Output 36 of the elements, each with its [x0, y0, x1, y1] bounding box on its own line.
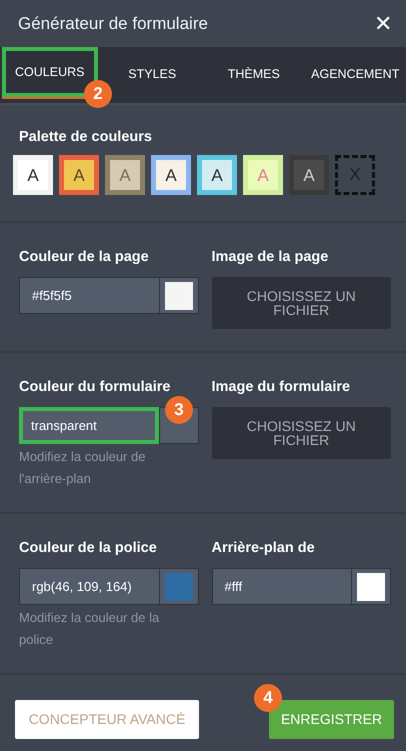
- swatch-letter: A: [257, 166, 269, 184]
- swatch-letter: A: [165, 166, 177, 184]
- swatch-letter: A: [27, 166, 39, 184]
- color-input-field[interactable]: rgb(46, 109, 164): [19, 568, 198, 605]
- tab[interactable]: AGENCEMENT: [304, 47, 406, 103]
- close-button[interactable]: ✕: [370, 10, 396, 36]
- color-input-field[interactable]: #fff: [212, 568, 391, 605]
- choose-file-button[interactable]: CHOISISSEZ UN FICHIER: [212, 277, 391, 329]
- field-label: Couleur du formulaire: [19, 379, 172, 395]
- swatch-letter: A: [211, 166, 223, 184]
- palette-swatch[interactable]: A: [197, 155, 237, 195]
- palette-swatch[interactable]: A: [289, 155, 329, 195]
- color-input-field[interactable]: #f5f5f5: [19, 277, 198, 314]
- field-label: Couleur de la police: [19, 540, 158, 556]
- palette-swatch[interactable]: A: [59, 155, 99, 195]
- step-badge: 3: [165, 396, 193, 424]
- field-label: Arrière-plan de: [212, 540, 316, 556]
- section-title: Palette de couleurs: [18, 129, 153, 145]
- swatch-letter: A: [73, 166, 85, 184]
- help-text: Modifiez la couleur de l'arrière-plan: [19, 448, 146, 488]
- color-swatch[interactable]: [164, 282, 192, 310]
- window-title: Générateur de formulaire: [18, 14, 208, 34]
- tab[interactable]: THÈMES: [203, 47, 304, 103]
- field-label: Couleur de la page: [19, 249, 150, 265]
- color-swatch[interactable]: [357, 572, 385, 600]
- field-label: Image de la page: [212, 249, 330, 265]
- palette-swatch[interactable]: A: [13, 155, 53, 195]
- help-text: Modifiez la couleur de la police: [19, 609, 160, 649]
- choose-file-button[interactable]: CHOISISSEZ UN FICHIER: [212, 407, 391, 459]
- color-swatch[interactable]: [164, 572, 192, 600]
- palette-swatch[interactable]: A: [151, 155, 191, 195]
- swatch-letter: A: [303, 166, 315, 184]
- swatch-letter: A: [119, 166, 131, 184]
- step-badge: 4: [254, 684, 282, 712]
- step-badge: 2: [84, 80, 112, 108]
- field-label: Image du formulaire: [212, 379, 352, 395]
